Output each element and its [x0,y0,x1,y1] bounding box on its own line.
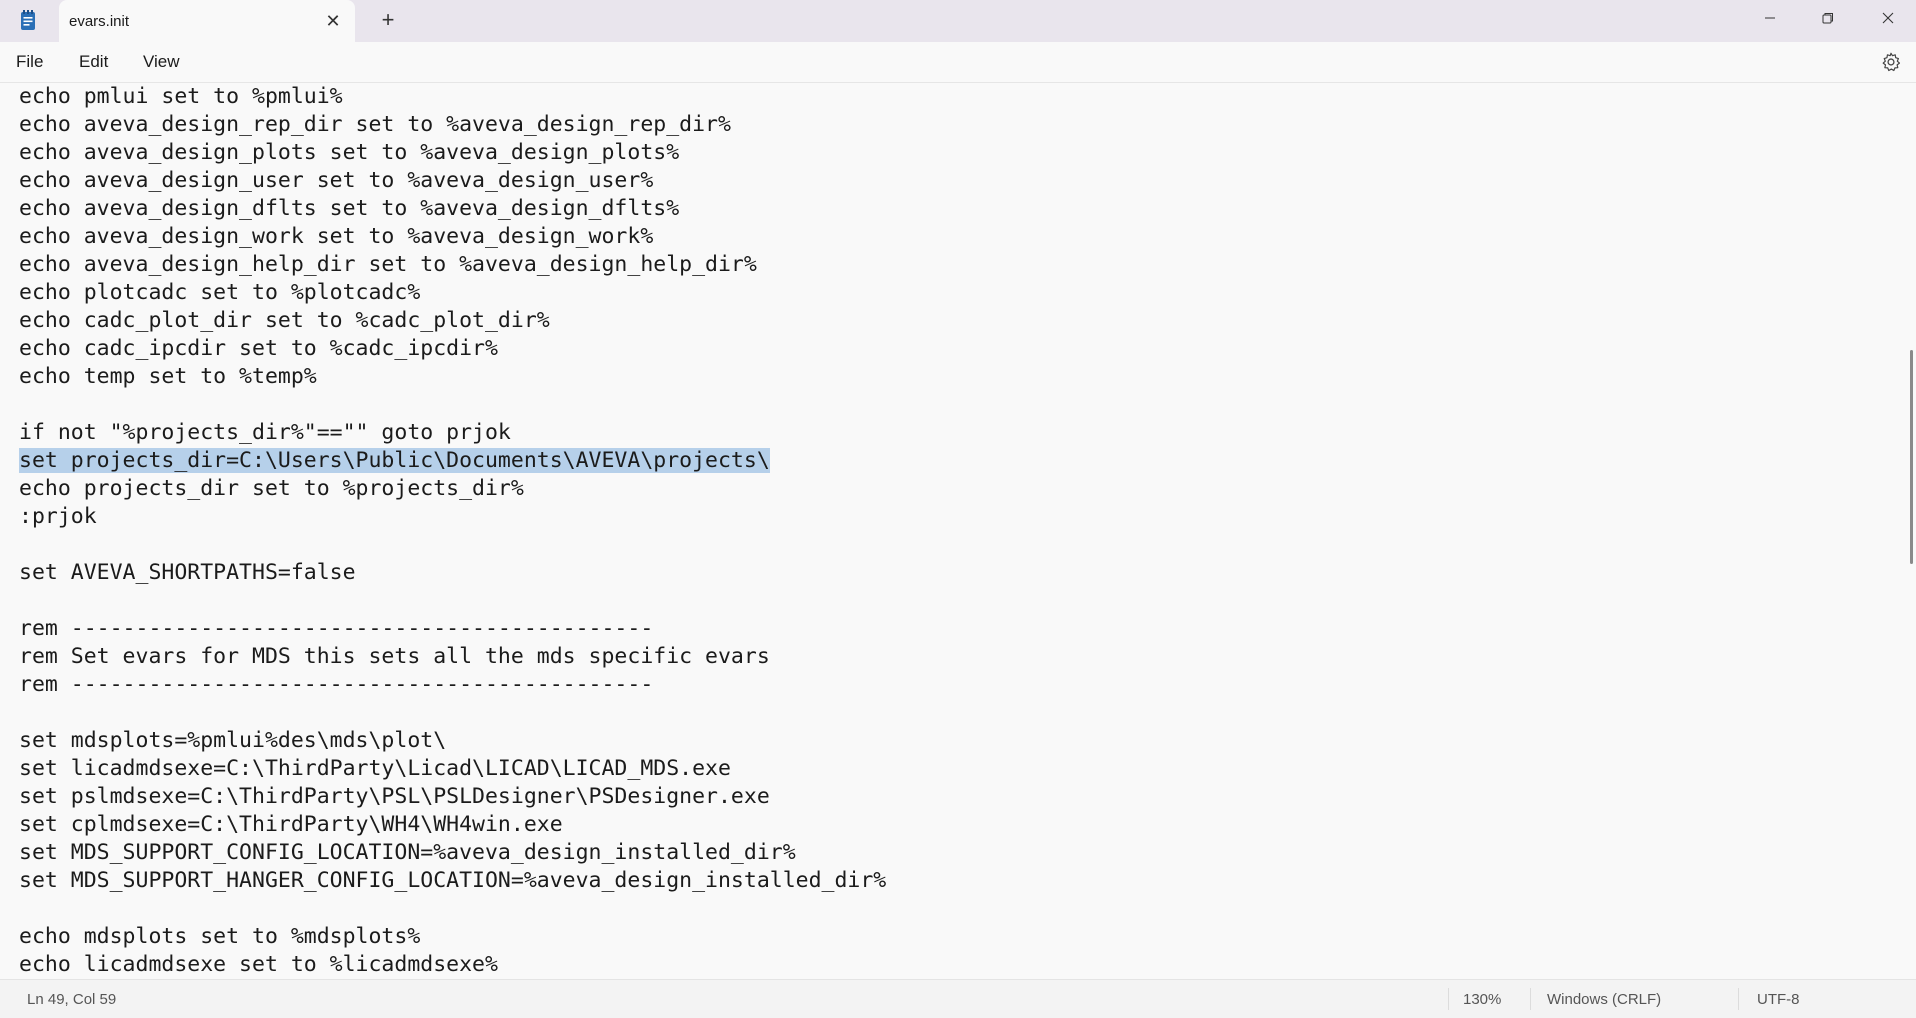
editor-line: echo cadc_plot_dir set to %cadc_plot_dir… [19,307,886,335]
title-bar: evars.init ✕ + [0,0,1916,42]
editor-line-text: rem Set evars for MDS this sets all the … [19,644,770,669]
editor-line-text: echo cadc_plot_dir set to %cadc_plot_dir… [19,308,550,333]
close-window-button[interactable] [1860,0,1916,36]
editor-line: echo aveva_design_rep_dir set to %aveva_… [19,111,886,139]
editor-line [19,895,886,923]
close-icon [1882,12,1894,24]
tab-evars-init[interactable]: evars.init ✕ [59,0,355,42]
editor-line: echo aveva_design_work set to %aveva_des… [19,223,886,251]
editor-line-text: :prjok [19,504,97,529]
editor-line-text: set MDS_SUPPORT_CONFIG_LOCATION=%aveva_d… [19,840,796,865]
editor-line-text: echo aveva_design_rep_dir set to %aveva_… [19,112,731,137]
editor-lines: echo pmlui set to %pmlui% echo aveva_desi… [19,83,886,979]
editor-line: echo aveva_design_user set to %aveva_des… [19,167,886,195]
editor-line-text: echo mdsplots set to %mdsplots% [19,924,421,949]
encoding[interactable]: UTF-8 [1757,991,1800,1008]
editor-line: echo licadmdsexe set to %licadmdsexe% [19,951,886,979]
editor-line-text: set MDS_SUPPORT_HANGER_CONFIG_LOCATION=%… [19,868,887,893]
editor-line-text: if not "%projects_dir%"=="" goto prjok [19,420,511,445]
menu-file[interactable]: File [16,52,43,72]
new-tab-button[interactable]: + [376,8,400,32]
minimize-icon [1765,17,1775,19]
selected-text: set projects_dir=C:\Users\Public\Documen… [19,448,770,473]
text-editor[interactable]: echo pmlui set to %pmlui% echo aveva_desi… [0,83,1916,979]
editor-line-text: set licadmdsexe=C:\ThirdParty\Licad\LICA… [19,756,731,781]
editor-line-text: set AVEVA_SHORTPATHS=false [19,560,356,585]
tab-title: evars.init [69,13,130,30]
editor-line: set MDS_SUPPORT_HANGER_CONFIG_LOCATION=%… [19,867,886,895]
editor-line-text: echo temp set to %temp% [19,364,317,389]
editor-line-text: echo aveva_design_plots set to %aveva_de… [19,140,680,165]
editor-line: :prjok [19,503,886,531]
editor-line: set mdsplots=%pmlui%des\mds\plot\ [19,727,886,755]
editor-line-text: echo plotcadc set to %plotcadc% [19,280,421,305]
close-tab-button[interactable]: ✕ [321,9,345,33]
minimize-button[interactable] [1742,0,1798,36]
editor-line: if not "%projects_dir%"=="" goto prjok [19,419,886,447]
editor-line: echo temp set to %temp% [19,363,886,391]
editor-line-text: echo projects_dir set to %projects_dir% [19,476,524,501]
restore-button[interactable] [1800,0,1856,36]
editor-line-text: echo aveva_design_work set to %aveva_des… [19,224,654,249]
editor-line: rem ------------------------------------… [19,671,886,699]
editor-line: set licadmdsexe=C:\ThirdParty\Licad\LICA… [19,755,886,783]
editor-line: set projects_dir=C:\Users\Public\Documen… [19,447,886,475]
editor-line-text: rem ------------------------------------… [19,672,654,697]
line-ending[interactable]: Windows (CRLF) [1547,991,1661,1008]
scrollbar-thumb[interactable] [1910,350,1913,564]
menu-edit[interactable]: Edit [79,52,108,72]
status-divider [1448,988,1449,1010]
menu-view[interactable]: View [143,52,180,72]
status-bar: Ln 49, Col 59 130% Windows (CRLF) UTF-8 [0,979,1916,1018]
editor-line-text: set mdsplots=%pmlui%des\mds\plot\ [19,728,447,753]
editor-line: echo aveva_design_dflts set to %aveva_de… [19,195,886,223]
editor-line: rem Set evars for MDS this sets all the … [19,643,886,671]
editor-line-text: set cplmdsexe=C:\ThirdParty\WH4\WH4win.e… [19,812,563,837]
editor-line: echo aveva_design_help_dir set to %aveva… [19,251,886,279]
editor-line-text: echo pmlui set to %pmlui% [19,84,343,109]
editor-line: echo mdsplots set to %mdsplots% [19,923,886,951]
editor-line-text: echo aveva_design_user set to %aveva_des… [19,168,654,193]
editor-line-text: echo aveva_design_dflts set to %aveva_de… [19,196,680,221]
status-divider [1738,988,1739,1010]
editor-line: echo aveva_design_plots set to %aveva_de… [19,139,886,167]
editor-line: set MDS_SUPPORT_CONFIG_LOCATION=%aveva_d… [19,839,886,867]
editor-line-text: echo cadc_ipcdir set to %cadc_ipcdir% [19,336,498,361]
editor-line: echo projects_dir set to %projects_dir% [19,475,886,503]
editor-line-text: rem ------------------------------------… [19,616,654,641]
editor-line: set AVEVA_SHORTPATHS=false [19,559,886,587]
editor-line-text: echo aveva_design_help_dir set to %aveva… [19,252,757,277]
zoom-level[interactable]: 130% [1463,991,1501,1008]
editor-line: echo cadc_ipcdir set to %cadc_ipcdir% [19,335,886,363]
editor-line-text: echo licadmdsexe set to %licadmdsexe% [19,952,498,977]
settings-gear-icon[interactable] [1880,51,1902,73]
cursor-position: Ln 49, Col 59 [27,991,117,1008]
editor-line: echo plotcadc set to %plotcadc% [19,279,886,307]
editor-line [19,699,886,727]
editor-line: set pslmdsexe=C:\ThirdParty\PSL\PSLDesig… [19,783,886,811]
editor-line [19,587,886,615]
editor-line-text: set pslmdsexe=C:\ThirdParty\PSL\PSLDesig… [19,784,770,809]
editor-line [19,531,886,559]
editor-line: rem ------------------------------------… [19,615,886,643]
restore-icon [1822,12,1833,24]
status-divider [1530,988,1531,1010]
editor-line: echo pmlui set to %pmlui% [19,83,886,111]
editor-line [19,391,886,419]
notepad-app-icon [21,10,35,30]
editor-line: set cplmdsexe=C:\ThirdParty\WH4\WH4win.e… [19,811,886,839]
menu-bar: File Edit View [0,42,1916,83]
